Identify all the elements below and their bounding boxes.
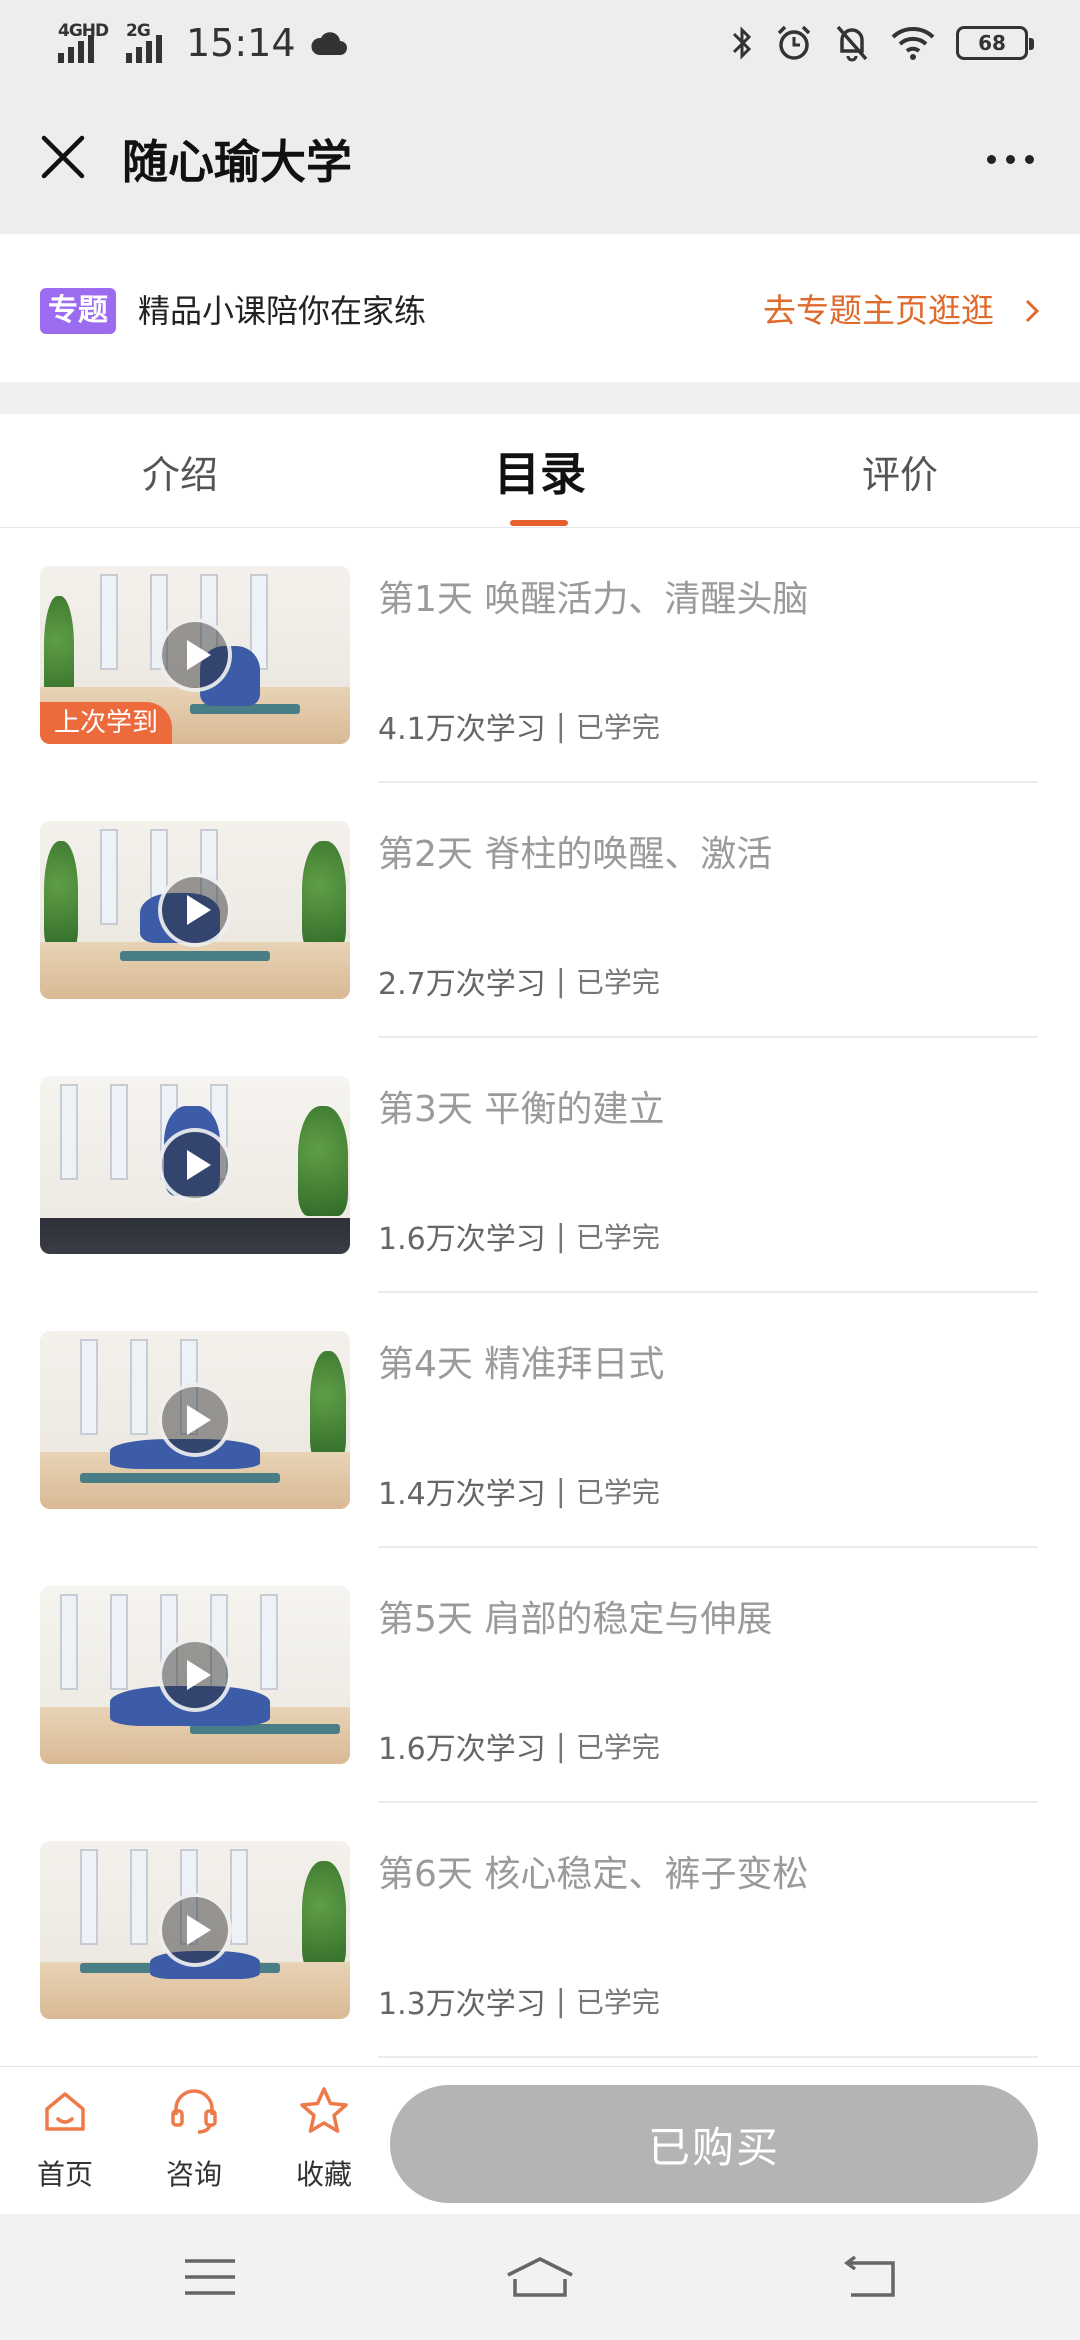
- bottom-action-bar: 首页 咨询 收藏 已购买: [0, 2066, 1080, 2214]
- lesson-title: 第6天 核心稳定、裤子变松: [378, 1854, 809, 1895]
- close-icon: [41, 135, 85, 179]
- lesson-thumbnail[interactable]: [40, 1076, 350, 1254]
- purchased-button[interactable]: 已购买: [390, 2085, 1038, 2203]
- alarm-icon: [777, 25, 811, 60]
- topic-banner[interactable]: 专题 精品小课陪你在家练 去专题主页逛逛: [0, 238, 1080, 382]
- lesson-thumbnail[interactable]: 上次学到: [40, 566, 350, 744]
- lesson-thumbnail[interactable]: [40, 1841, 350, 2019]
- home-label: 首页: [36, 2158, 93, 2191]
- play-icon: [158, 1383, 232, 1457]
- play-icon: [158, 1638, 232, 1712]
- meta-separator: |: [555, 1728, 566, 1764]
- tab-intro[interactable]: 介绍: [30, 414, 330, 528]
- home-icon: [45, 2092, 85, 2131]
- back-icon: [844, 2255, 895, 2297]
- favorite-label: 收藏: [295, 2158, 352, 2191]
- lesson-item[interactable]: 第5天 肩部的稳定与伸展 1.6万次学习 | 已学完: [0, 1548, 1080, 1803]
- system-nav-bar: [0, 2214, 1080, 2340]
- status-left: 4GHD 2G 15:14: [58, 18, 348, 68]
- lesson-title: 第3天 平衡的建立: [378, 1089, 665, 1130]
- topic-home-link-label: 去专题主页逛逛: [763, 291, 994, 330]
- wifi-icon: [891, 27, 935, 60]
- headset-icon: [171, 2089, 217, 2134]
- lesson-title: 第1天 唤醒活力、清醒头脑: [378, 579, 809, 620]
- section-gap: [0, 382, 1080, 414]
- meta-separator: |: [555, 708, 566, 744]
- battery-level: 68: [978, 31, 1006, 55]
- meta-separator: |: [555, 1983, 566, 2019]
- chevron-right-icon: [1025, 299, 1040, 323]
- lesson-thumbnail[interactable]: [40, 821, 350, 999]
- status-right: 68: [730, 18, 1034, 68]
- lesson-item[interactable]: 第6天 核心稳定、裤子变松 1.3万次学习 | 已学完: [0, 1803, 1080, 2058]
- star-icon: [300, 2087, 348, 2133]
- lesson-item[interactable]: 第4天 精准拜日式 1.4万次学习 | 已学完: [0, 1293, 1080, 1548]
- status-bar: 4GHD 2G 15:14 68: [0, 0, 1080, 84]
- mute-bell-icon: [836, 25, 868, 62]
- meta-separator: |: [555, 1218, 566, 1254]
- back-nav-button[interactable]: [830, 2244, 910, 2310]
- bluetooth-icon: [732, 26, 752, 60]
- more-options-button[interactable]: [970, 126, 1050, 192]
- menu-icon: [185, 2259, 235, 2295]
- battery-icon: 68: [956, 26, 1034, 60]
- lesson-status: 已学完: [575, 711, 660, 744]
- lesson-list: 上次学到 第1天 唤醒活力、清醒头脑 4.1万次学习 | 已学完 第2天 脊柱的…: [0, 528, 1080, 2058]
- topic-badge: 专题: [40, 288, 116, 334]
- lesson-views: 1.3万次学习: [378, 1987, 546, 2022]
- cloud-icon: [310, 32, 347, 55]
- lesson-item[interactable]: 上次学到 第1天 唤醒活力、清醒头脑 4.1万次学习 | 已学完: [0, 528, 1080, 783]
- lesson-item[interactable]: 第3天 平衡的建立 1.6万次学习 | 已学完: [0, 1038, 1080, 1293]
- play-icon: [158, 618, 232, 692]
- status-time: 15:14: [186, 21, 296, 65]
- menu-nav-button[interactable]: [170, 2244, 250, 2310]
- favorite-button[interactable]: 收藏: [269, 2081, 379, 2205]
- lesson-status: 已学完: [575, 1731, 660, 1764]
- lesson-status: 已学完: [575, 1986, 660, 2019]
- lesson-meta: 1.6万次学习 | 已学完: [378, 1214, 660, 1258]
- signal-icon: 2G: [126, 21, 170, 65]
- lesson-status: 已学完: [575, 1221, 660, 1254]
- lesson-meta: 1.4万次学习 | 已学完: [378, 1469, 660, 1513]
- lesson-views: 4.1万次学习: [378, 712, 546, 747]
- tab-bar: 介绍 目录 评价: [0, 414, 1080, 528]
- lesson-title: 第2天 脊柱的唤醒、激活: [378, 834, 773, 875]
- play-icon: [158, 873, 232, 947]
- last-learned-tag: 上次学到: [40, 702, 173, 744]
- lesson-thumbnail[interactable]: [40, 1586, 350, 1764]
- lesson-title: 第4天 精准拜日式: [378, 1344, 665, 1385]
- lesson-views: 1.6万次学习: [378, 1222, 546, 1257]
- lesson-views: 1.4万次学习: [378, 1477, 546, 1512]
- home-button[interactable]: 首页: [10, 2081, 120, 2205]
- tab-reviews[interactable]: 评价: [750, 414, 1050, 528]
- lesson-status: 已学完: [575, 966, 660, 999]
- meta-separator: |: [555, 1473, 566, 1509]
- divider: [378, 2056, 1038, 2058]
- topic-home-link[interactable]: 去专题主页逛逛: [763, 286, 1040, 336]
- lesson-meta: 1.3万次学习 | 已学完: [378, 1979, 660, 2023]
- consult-label: 咨询: [165, 2158, 222, 2191]
- lesson-title: 第5天 肩部的稳定与伸展: [378, 1599, 773, 1640]
- play-icon: [158, 1128, 232, 1202]
- lesson-status: 已学完: [575, 1476, 660, 1509]
- lesson-meta: 4.1万次学习 | 已学完: [378, 704, 660, 748]
- tab-catalog[interactable]: 目录: [390, 414, 690, 528]
- meta-separator: |: [555, 963, 566, 999]
- lesson-views: 2.7万次学习: [378, 967, 546, 1002]
- page-title: 随心瑜大学: [122, 135, 352, 189]
- consult-button[interactable]: 咨询: [139, 2081, 249, 2205]
- home-nav-icon: [507, 2257, 573, 2297]
- play-icon: [158, 1893, 232, 1967]
- active-tab-indicator: [510, 520, 568, 526]
- lesson-item[interactable]: 第2天 脊柱的唤醒、激活 2.7万次学习 | 已学完: [0, 783, 1080, 1038]
- lesson-meta: 1.6万次学习 | 已学完: [378, 1724, 660, 1768]
- lesson-views: 1.6万次学习: [378, 1732, 546, 1767]
- lesson-thumbnail[interactable]: [40, 1331, 350, 1509]
- home-nav-button[interactable]: [500, 2244, 580, 2310]
- close-button[interactable]: [30, 124, 96, 190]
- title-bar: 随心瑜大学: [0, 84, 1080, 234]
- lesson-meta: 2.7万次学习 | 已学完: [378, 959, 660, 1003]
- signal-icon: 4GHD: [58, 21, 114, 65]
- banner-text: 精品小课陪你在家练: [138, 292, 427, 330]
